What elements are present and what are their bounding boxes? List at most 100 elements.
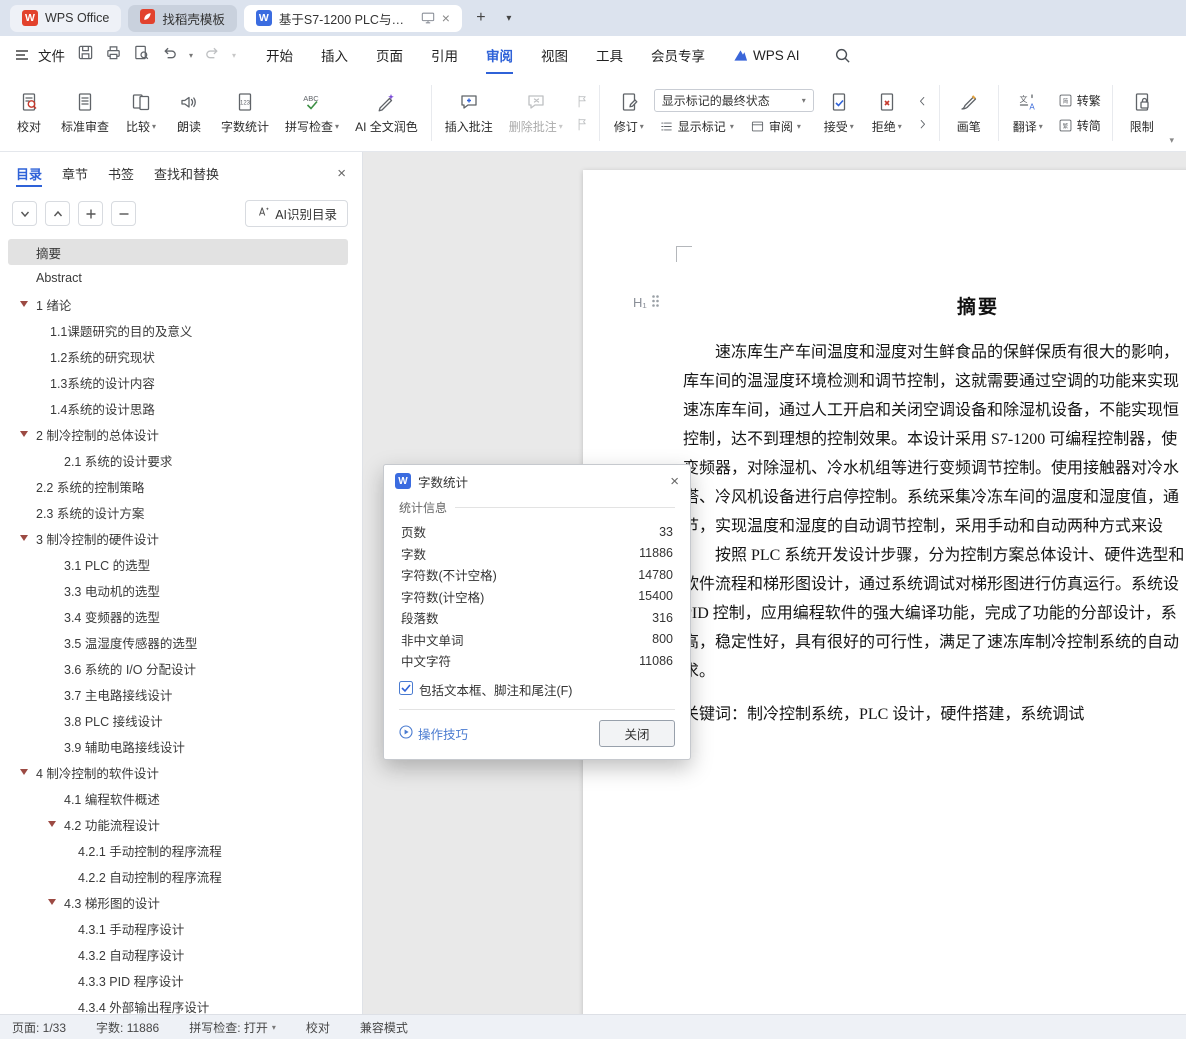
toc-item[interactable]: Abstract [8,265,348,291]
reject-button[interactable]: 拒绝 ▾ [864,86,910,140]
read-aloud-button[interactable]: 朗读 [166,86,212,140]
to-simplified-button[interactable]: 繁转简 [1053,115,1106,136]
toc-item[interactable]: 1.1课题研究的目的及意义 [8,317,348,343]
toc-item[interactable]: 4.3.3 PID 程序设计 [8,967,348,993]
toc-item[interactable]: 4.3.2 自动程序设计 [8,941,348,967]
toc-item[interactable]: 4.3.4 外部输出程序设计 [8,993,348,1015]
expand-triangle-icon[interactable] [20,535,28,541]
toc-item[interactable]: 4.2.2 自动控制的程序流程 [8,863,348,889]
menu-tab-8[interactable]: WPS AI [733,36,800,74]
toc-item[interactable]: 3.3 电动机的选型 [8,577,348,603]
tab-wps-office[interactable]: W WPS Office [10,4,122,32]
sidebar-tab-toc[interactable]: 目录 [16,152,43,194]
toc-item[interactable]: 1.2系统的研究现状 [8,343,348,369]
toc-item[interactable]: 2.1 系统的设计要求 [8,447,348,473]
new-tab-button[interactable]: + [469,6,493,30]
close-tab-icon[interactable]: × [442,10,450,26]
toc-item[interactable]: 3 制冷控制的硬件设计 [8,525,348,551]
tips-link[interactable]: 操作技巧 [399,724,468,743]
spell-check-button[interactable]: ABC 拼写检查 ▾ [278,86,346,140]
accept-button[interactable]: 接受 ▾ [816,86,862,140]
menu-tab-0[interactable]: 开始 [266,36,293,74]
toc-item[interactable]: 2 制冷控制的总体设计 [8,421,348,447]
toc-item[interactable]: 4.3.1 手动程序设计 [8,915,348,941]
zoom-in-toc-button[interactable] [78,201,103,226]
page-indicator[interactable]: 页面: 1/33 [12,1019,66,1036]
redo-icon[interactable] [204,44,221,66]
toc-item[interactable]: 1 绪论 [8,291,348,317]
file-menu[interactable]: 文件 [38,45,65,65]
compat-mode-indicator[interactable]: 兼容模式 [360,1019,408,1036]
proofread-status[interactable]: 校对 [306,1019,330,1036]
toc-item[interactable]: 3.5 温湿度传感器的选型 [8,629,348,655]
toc-item[interactable]: 4.2 功能流程设计 [8,811,348,837]
menu-tab-6[interactable]: 工具 [596,36,623,74]
next-comment-button[interactable] [572,115,593,134]
expand-triangle-icon[interactable] [48,899,56,905]
ai-polish-button[interactable]: AI 全文润色 [348,86,425,140]
sidebar-tab-find-replace[interactable]: 查找和替换 [154,152,219,194]
word-count-button[interactable]: 123 字数统计 [214,86,276,140]
undo-icon[interactable] [161,44,178,66]
toc-item[interactable]: 3.4 变频器的选型 [8,603,348,629]
sidebar-tab-bookmarks[interactable]: 书签 [108,152,134,194]
markup-state-combo[interactable]: 显示标记的最终状态 ▾ [653,88,814,112]
menu-tab-1[interactable]: 插入 [321,36,348,74]
toc-item[interactable]: 1.4系统的设计思路 [8,395,348,421]
to-traditional-button[interactable]: 简转繁 [1053,90,1106,111]
include-textbox-checkbox[interactable]: 包括文本框、脚注和尾注(F) [399,680,675,699]
expand-triangle-icon[interactable] [48,821,56,827]
tab-list-chevron-icon[interactable]: ▾ [500,6,518,30]
expand-triangle-icon[interactable] [20,769,28,775]
prev-comment-button[interactable] [572,92,593,111]
track-changes-button[interactable]: 修订 ▾ [606,86,652,140]
restrict-editing-button[interactable]: 限制 [1119,86,1165,140]
dialog-titlebar[interactable]: W 字数统计 × [384,465,690,497]
print-preview-icon[interactable] [133,44,150,66]
insert-comment-button[interactable]: 插入批注 [438,86,500,140]
toc-item[interactable]: 摘要 [8,239,348,265]
checkbox-checked-icon[interactable] [399,680,413,698]
toc-item[interactable]: 4.1 编程软件概述 [8,785,348,811]
toc-item[interactable]: 2.2 系统的控制策略 [8,473,348,499]
highlighter-button[interactable]: 画笔 [946,86,992,140]
previous-change-button[interactable] [912,92,933,111]
search-icon[interactable] [834,47,851,64]
save-icon[interactable] [77,44,94,66]
zoom-out-toc-button[interactable] [111,201,136,226]
toc-item[interactable]: 4 制冷控制的软件设计 [8,759,348,785]
proofread-button[interactable]: 校对 [6,86,52,140]
standard-review-button[interactable]: 标准审查 [54,86,116,140]
hamburger-menu-icon[interactable] [14,47,30,63]
dialog-close-icon[interactable]: × [670,473,679,490]
toc-item[interactable]: 3.1 PLC 的选型 [8,551,348,577]
ai-toc-button[interactable]: AI识别目录 [245,200,348,227]
sidebar-close-icon[interactable]: × [337,165,346,182]
undo-dropdown-caret-icon[interactable]: ▾ [189,51,193,60]
dialog-close-button[interactable]: 关闭 [599,719,675,747]
menu-tab-2[interactable]: 页面 [376,36,403,74]
tab-document[interactable]: W 基于S7-1200 PLC与MM440 × [243,4,462,32]
delete-comment-button[interactable]: 删除批注 ▾ [502,86,570,140]
toc-item[interactable]: 2.3 系统的设计方案 [8,499,348,525]
next-change-button[interactable] [912,115,933,134]
toc-item[interactable]: 3.6 系统的 I/O 分配设计 [8,655,348,681]
tab-docer-templates[interactable]: 找稻壳模板 [128,4,237,32]
expand-triangle-icon[interactable] [20,301,28,307]
sidebar-tab-chapters[interactable]: 章节 [62,152,88,194]
compare-button[interactable]: 比较 ▾ [118,86,164,140]
menu-tab-7[interactable]: 会员专享 [651,36,705,74]
redo-dropdown-caret-icon[interactable]: ▾ [232,51,236,60]
print-icon[interactable] [105,44,122,66]
toc-item[interactable]: 3.8 PLC 接线设计 [8,707,348,733]
spellcheck-indicator[interactable]: 拼写检查: 打开 ▾ [189,1019,276,1036]
translate-button[interactable]: 文 A 翻译 ▾ [1005,86,1051,140]
menu-tab-5[interactable]: 视图 [541,36,568,74]
show-markup-button[interactable]: 显示标记 ▾ [654,116,739,137]
review-pane-button[interactable]: 审阅 ▾ [745,116,806,137]
toc-item[interactable]: 3.7 主电路接线设计 [8,681,348,707]
expand-triangle-icon[interactable] [20,431,28,437]
toc-item[interactable]: 1.3系统的设计内容 [8,369,348,395]
toc-item[interactable]: 4.2.1 手动控制的程序流程 [8,837,348,863]
toc-item[interactable]: 3.9 辅助电路接线设计 [8,733,348,759]
